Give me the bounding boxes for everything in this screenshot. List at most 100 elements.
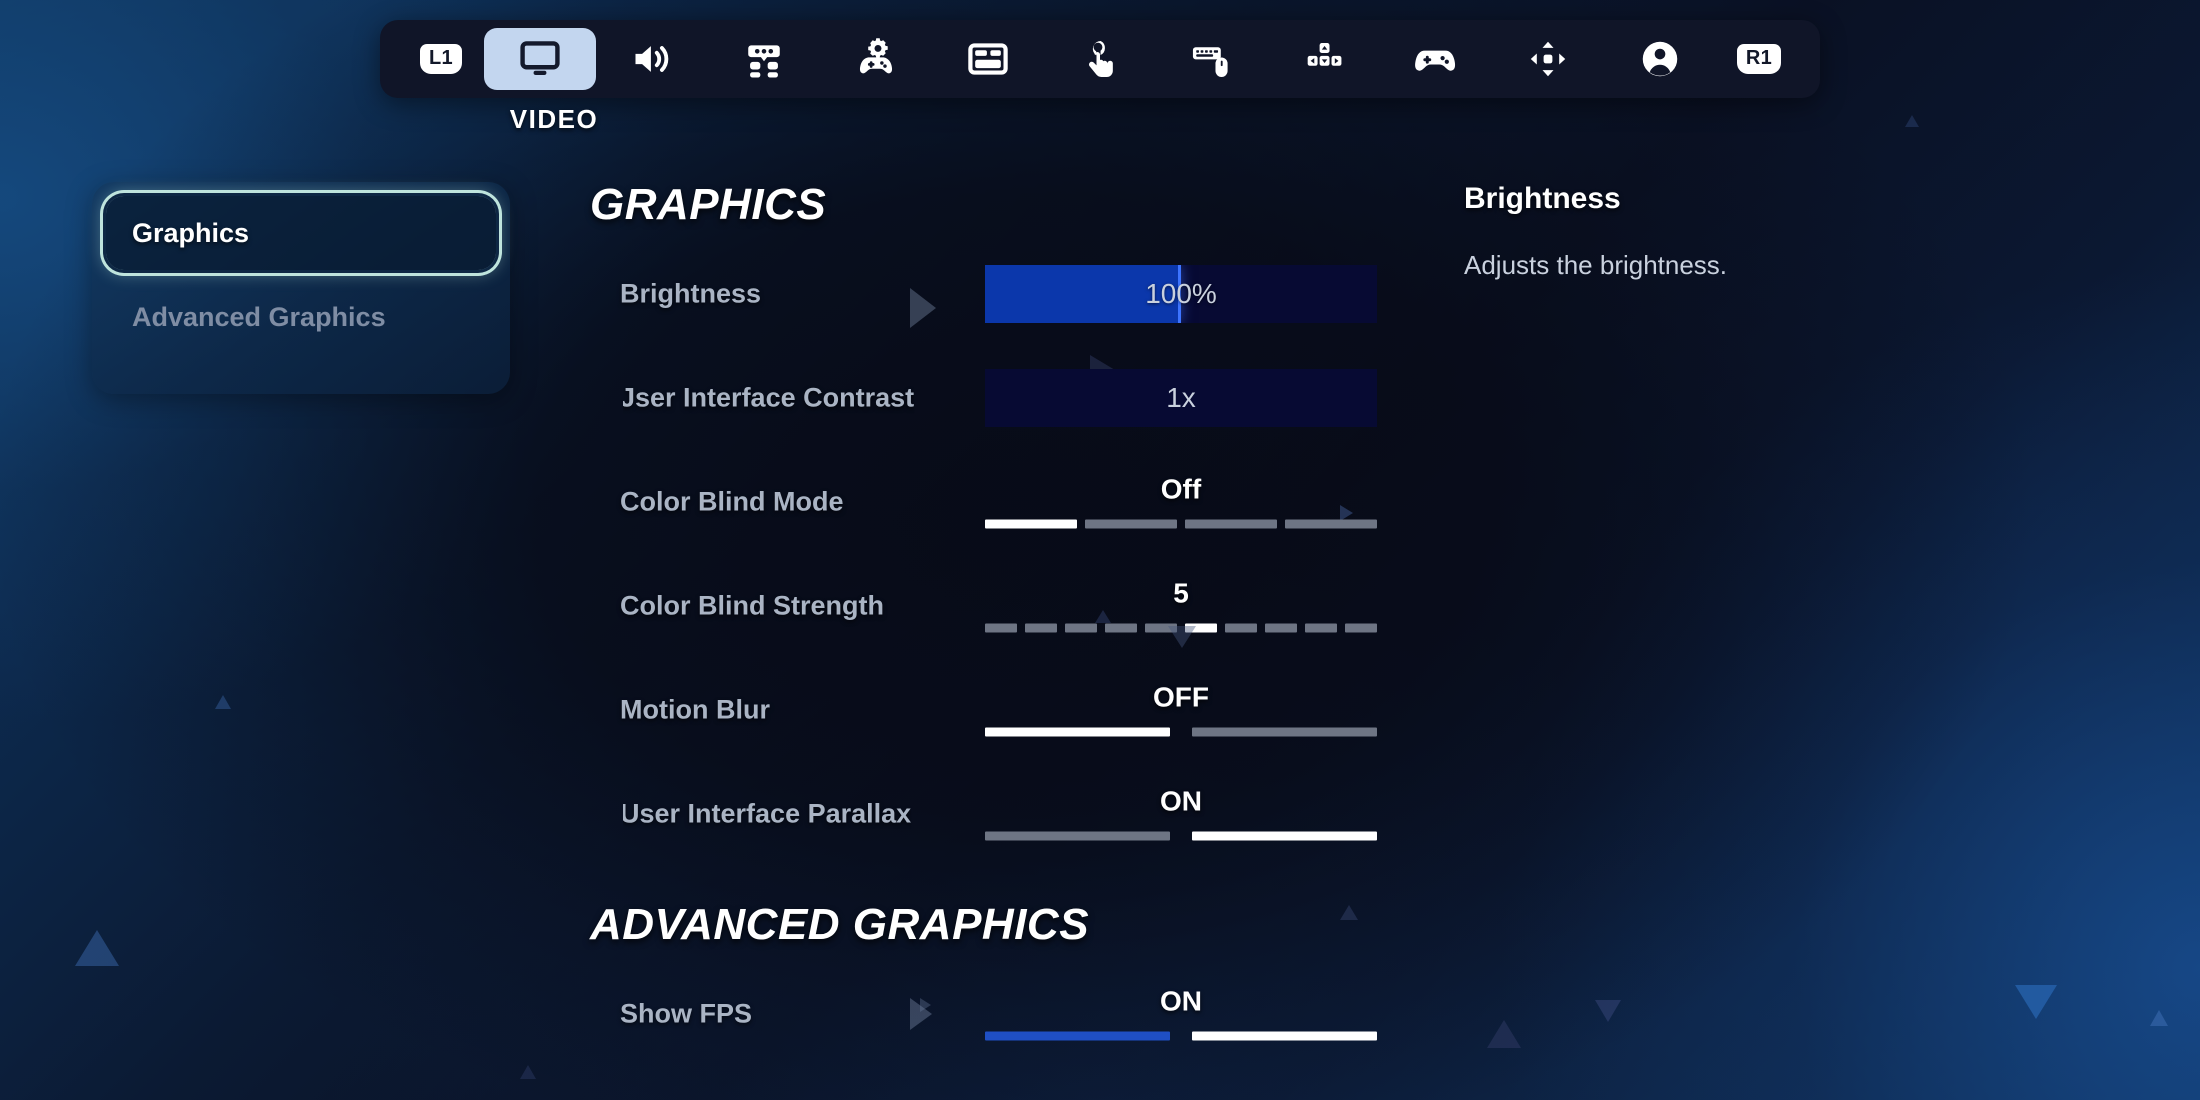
segment[interactable] <box>985 831 1170 841</box>
segment[interactable] <box>1105 623 1137 633</box>
tab-hud[interactable] <box>932 28 1044 90</box>
segment[interactable] <box>1025 623 1057 633</box>
segment[interactable] <box>985 727 1170 737</box>
description-title: Brightness <box>1464 182 1621 215</box>
segment[interactable] <box>985 623 1017 633</box>
tab-game[interactable] <box>820 28 932 90</box>
left-shoulder-hint: L1 <box>398 28 484 90</box>
keyboard-mouse-icon <box>1190 37 1234 81</box>
decor-triangle <box>2015 985 2057 1019</box>
setting-row[interactable]: Show FPS ON <box>590 962 1410 1066</box>
decor-triangle <box>1595 1000 1621 1022</box>
speaker-icon <box>630 37 674 81</box>
dpad-keys-icon <box>1302 37 1346 81</box>
segment[interactable] <box>985 1031 1170 1041</box>
sidebar: Graphics Advanced Graphics <box>92 182 510 394</box>
segmented-control[interactable]: Off <box>985 473 1377 529</box>
tab-touch[interactable] <box>1044 28 1156 90</box>
tab-video[interactable] <box>484 28 596 90</box>
setting-value: ON <box>1160 985 1202 1017</box>
description-panel: Brightness Adjusts the brightness. <box>1464 182 2024 283</box>
setting-label: Jser Interface Contrast <box>620 382 915 413</box>
setting-row[interactable]: Motion Blur OFF <box>590 658 1410 762</box>
setting-value: Off <box>1160 473 1202 505</box>
l1-button-hint[interactable]: L1 <box>420 44 462 74</box>
decor-triangle <box>1487 1020 1521 1048</box>
segmented-control[interactable]: ON <box>985 785 1377 841</box>
touch-pointer-icon <box>1078 37 1122 81</box>
setting-row[interactable]: Jser Interface Contrast 1x <box>590 346 1410 450</box>
tab-dpad[interactable] <box>1492 28 1604 90</box>
decor-triangle <box>2150 1010 2168 1026</box>
setting-label: Brightness <box>620 278 762 309</box>
segment[interactable] <box>1192 1031 1377 1041</box>
segment[interactable] <box>1265 623 1297 633</box>
slider-value: 100% <box>1145 278 1217 309</box>
tab-account[interactable] <box>1604 28 1716 90</box>
tab-controller[interactable] <box>1380 28 1492 90</box>
brightness-slider[interactable]: 100% <box>985 265 1377 323</box>
tab-keyboard-mouse[interactable] <box>1156 28 1268 90</box>
sidebar-item-graphics[interactable]: Graphics <box>106 196 496 270</box>
setting-row[interactable]: Brightness 100% <box>590 242 1410 346</box>
right-shoulder-hint: R1 <box>1716 28 1802 90</box>
setting-value: 1x <box>1166 382 1196 413</box>
setting-row[interactable]: Color Blind Strength 5 <box>590 554 1410 658</box>
segment[interactable] <box>1185 519 1277 529</box>
setting-value: ON <box>1160 785 1202 817</box>
tab-accessibility[interactable] <box>708 28 820 90</box>
r1-button-hint[interactable]: R1 <box>1736 44 1782 74</box>
segment[interactable] <box>1305 623 1337 633</box>
section-title: GRAPHICS <box>590 180 827 229</box>
segment-track <box>985 1031 1377 1041</box>
setting-label: Color Blind Strength <box>620 590 884 621</box>
accessibility-icon <box>742 37 786 81</box>
segment[interactable] <box>1225 623 1257 633</box>
decor-triangle <box>520 1065 536 1079</box>
decrease-arrow-icon[interactable] <box>910 288 936 328</box>
segment[interactable] <box>985 519 1077 529</box>
segment[interactable] <box>1345 623 1377 633</box>
hud-layout-icon <box>966 37 1010 81</box>
segment-track <box>985 831 1377 841</box>
setting-label: Motion Blur <box>620 694 770 725</box>
setting-row[interactable]: Color Blind Mode Off <box>590 450 1410 554</box>
setting-value: OFF <box>1153 681 1209 713</box>
small-arrow-icon <box>920 998 931 1012</box>
top-navigation: L1 R1 <box>0 0 2200 118</box>
navbar: L1 R1 <box>380 20 1820 98</box>
controller-icon <box>1414 37 1458 81</box>
segment-track <box>985 519 1377 529</box>
description-body: Adjusts the brightness. <box>1464 250 1728 280</box>
setting-label: User Interface Parallax <box>620 798 912 829</box>
segment[interactable] <box>1192 727 1377 737</box>
monitor-icon <box>518 37 562 81</box>
decor-triangle <box>215 695 231 709</box>
settings-list: GRAPHICS Brightness 100% Jser Interface Con… <box>590 180 1410 1100</box>
dpad-icon <box>1526 37 1570 81</box>
segment[interactable] <box>1192 831 1377 841</box>
tab-keybinds[interactable] <box>1268 28 1380 90</box>
contrast-value-box[interactable]: 1x <box>985 369 1377 427</box>
segment[interactable] <box>1085 519 1177 529</box>
section-title: ADVANCED GRAPHICS <box>590 900 1090 949</box>
segmented-control[interactable]: ON <box>985 985 1377 1041</box>
gamepad-gear-icon <box>854 37 898 81</box>
cursor-caret-icon <box>1168 626 1196 648</box>
segment[interactable] <box>1065 623 1097 633</box>
segment-track <box>985 727 1377 737</box>
setting-row[interactable]: User Interface Parallax ON <box>590 762 1410 866</box>
account-icon <box>1638 37 1682 81</box>
segment[interactable] <box>1285 519 1377 529</box>
sidebar-item-advanced-graphics[interactable]: Advanced Graphics <box>106 280 496 354</box>
setting-value: 5 <box>1173 577 1189 609</box>
segmented-control[interactable]: 5 <box>985 577 1377 633</box>
setting-label: Show FPS <box>620 998 753 1029</box>
decor-triangle <box>75 930 119 966</box>
sidebar-item-label: Graphics <box>132 217 250 248</box>
segmented-control[interactable]: OFF <box>985 681 1377 737</box>
tab-audio[interactable] <box>596 28 708 90</box>
setting-label: Color Blind Mode <box>620 486 844 517</box>
sidebar-item-label: Advanced Graphics <box>132 301 386 332</box>
